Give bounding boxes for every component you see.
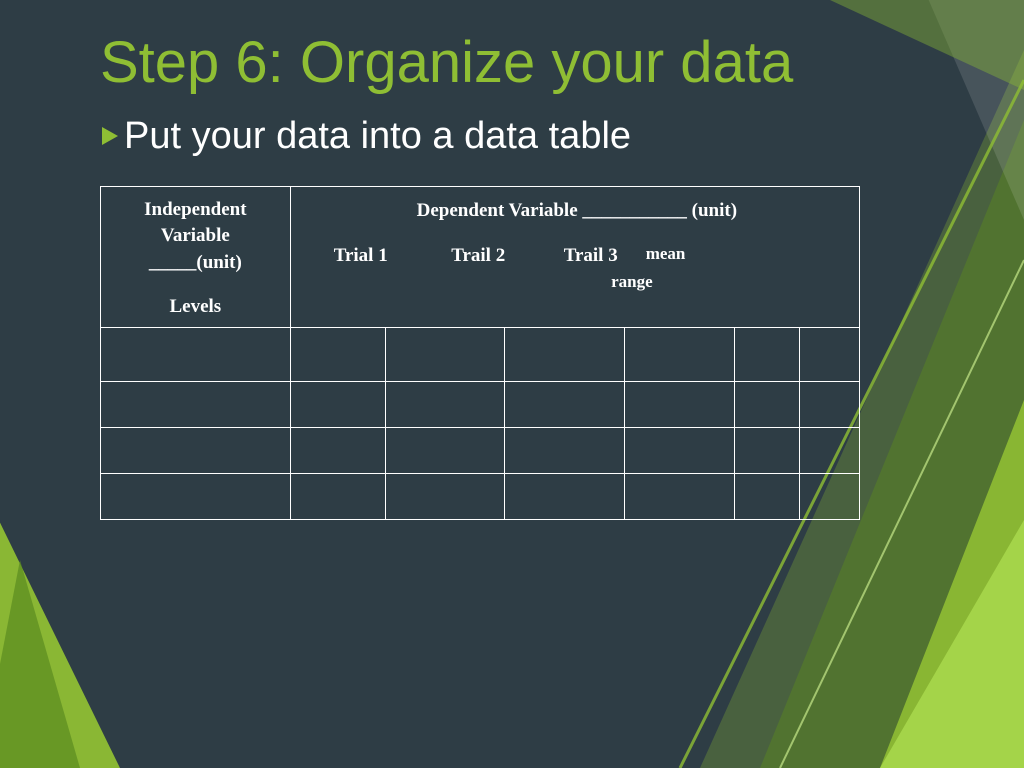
range-label: range [301,270,853,295]
table-row [101,328,860,382]
dv-header-cell: Dependent Variable ___________ (unit) Tr… [290,186,859,327]
data-table: Independent Variable _____(unit) Levels … [100,186,860,520]
iv-header-line1: Independent [109,197,282,224]
trial3-label: Trail 3 [536,242,646,270]
iv-header-line3: _____(unit) [109,250,282,277]
triangle-bullet-icon [100,125,120,147]
bullet-text: Put your data into a data table [124,115,631,158]
mean-label: mean [646,242,686,270]
dv-header-text: Dependent Variable ___________ (unit) [301,197,853,225]
trial2-label: Trail 2 [421,242,536,270]
iv-header-levels: Levels [109,294,282,321]
bullet-item: Put your data into a data table [100,115,944,158]
table-row [101,382,860,428]
table-row [101,428,860,474]
trial1-label: Trial 1 [301,242,421,270]
iv-header-cell: Independent Variable _____(unit) Levels [101,186,291,327]
slide-title: Step 6: Organize your data [100,30,944,97]
iv-header-line2: Variable [109,223,282,250]
trial-labels: Trial 1 Trail 2 Trail 3 mean [301,242,853,270]
table-row [101,474,860,520]
